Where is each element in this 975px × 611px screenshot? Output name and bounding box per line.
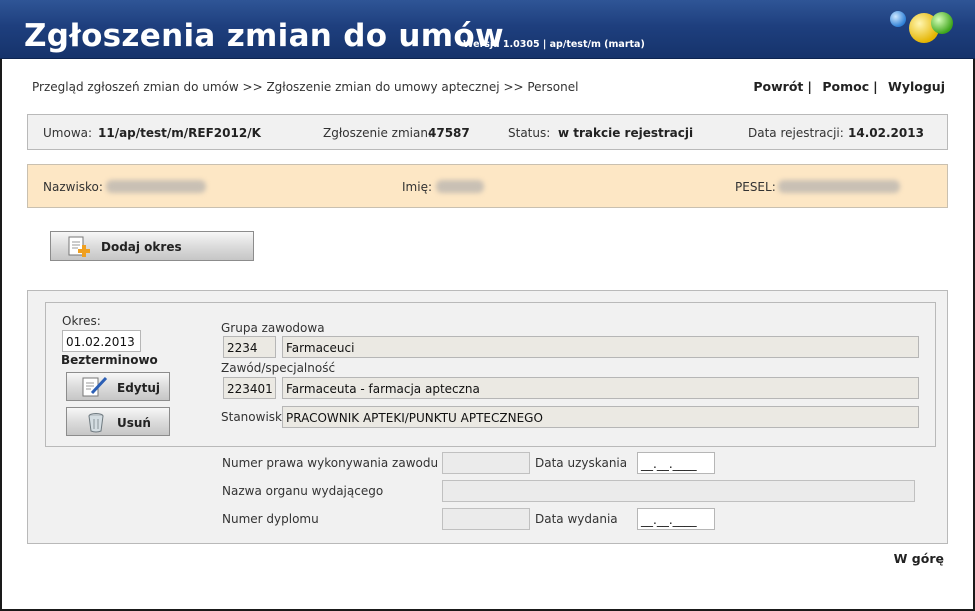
diploma-field: [442, 508, 530, 530]
position-label: Stanowisko: [221, 410, 289, 424]
surname-redacted: [106, 180, 206, 193]
license-number-label: Numer prawa wykonywania zawodu: [222, 456, 439, 470]
obtained-date-field: __.__.____: [637, 452, 715, 474]
trash-icon: [88, 413, 104, 433]
status-label: Status:: [508, 126, 551, 140]
issuer-label: Nazwa organu wydającego: [222, 484, 384, 498]
app-header: Zgłoszenia zmian do umów Wersja 1.0305 |…: [0, 0, 975, 59]
registration-date-value: 14.02.2013: [848, 126, 924, 140]
breadcrumb[interactable]: Przegląd zgłoszeń zmian do umów >> Zgłos…: [32, 80, 578, 94]
position-field: PRACOWNIK APTEKI/PUNKTU APTECZNEGO: [282, 406, 919, 428]
obtained-date-label: Data uzyskania: [535, 456, 628, 470]
profession-label: Zawód/specjalność: [221, 361, 336, 375]
issued-date-label: Data wydania: [535, 512, 618, 526]
period-start-field: 01.02.2013: [62, 330, 141, 352]
profession-name-field: Farmaceuta - farmacja apteczna: [282, 377, 919, 399]
add-period-label: Dodaj okres: [101, 240, 182, 254]
registration-date-label: Data rejestracji:: [748, 126, 844, 140]
diploma-label: Numer dyplomu: [222, 512, 319, 526]
group-name-field: Farmaceuci: [282, 336, 919, 358]
period-label: Okres:: [62, 314, 101, 328]
contract-value: 11/ap/test/m/REF2012/K: [98, 126, 261, 140]
help-link[interactable]: Pomoc: [822, 79, 869, 94]
license-number-field: [442, 452, 530, 474]
surname-label: Nazwisko:: [43, 180, 103, 194]
app-title: Zgłoszenia zmian do umów: [24, 18, 504, 54]
delete-button[interactable]: Usuń: [66, 407, 170, 436]
person-bar: Nazwisko: Imię: PESEL:: [27, 164, 948, 208]
group-code-field: 2234: [223, 336, 276, 358]
issued-date-field: __.__.____: [637, 508, 715, 530]
version-info: Wersja 1.0305 | ap/test/m (marta): [463, 39, 645, 50]
contract-info-bar: Umowa: 11/ap/test/m/REF2012/K Zgłoszenie…: [27, 114, 948, 150]
back-link[interactable]: Powrót: [753, 79, 803, 94]
logo-icon: [890, 11, 953, 43]
back-to-top-link[interactable]: W górę: [894, 551, 944, 566]
request-label: Zgłoszenie zmian:: [323, 126, 432, 140]
edit-label: Edytuj: [117, 381, 161, 395]
add-period-button[interactable]: Dodaj okres: [50, 231, 254, 261]
request-value: 47587: [428, 126, 470, 140]
contract-label: Umowa:: [43, 126, 93, 140]
profession-code-field: 223401: [223, 377, 276, 399]
delete-label: Usuń: [117, 416, 151, 430]
status-value: w trakcie rejestracji: [558, 126, 694, 140]
add-document-icon: [68, 236, 90, 257]
group-label: Grupa zawodowa: [221, 321, 325, 335]
name-redacted: [436, 180, 484, 193]
issuer-field: [442, 480, 915, 502]
name-label: Imię:: [402, 180, 432, 194]
logout-link[interactable]: Wyloguj: [888, 79, 945, 94]
pesel-redacted: [778, 180, 900, 193]
pesel-label: PESEL:: [735, 180, 776, 194]
period-end-text: Bezterminowo: [61, 353, 158, 367]
edit-icon: [82, 376, 108, 397]
edit-button[interactable]: Edytuj: [66, 372, 170, 401]
top-links: Powrót | Pomoc | Wyloguj: [753, 79, 945, 94]
